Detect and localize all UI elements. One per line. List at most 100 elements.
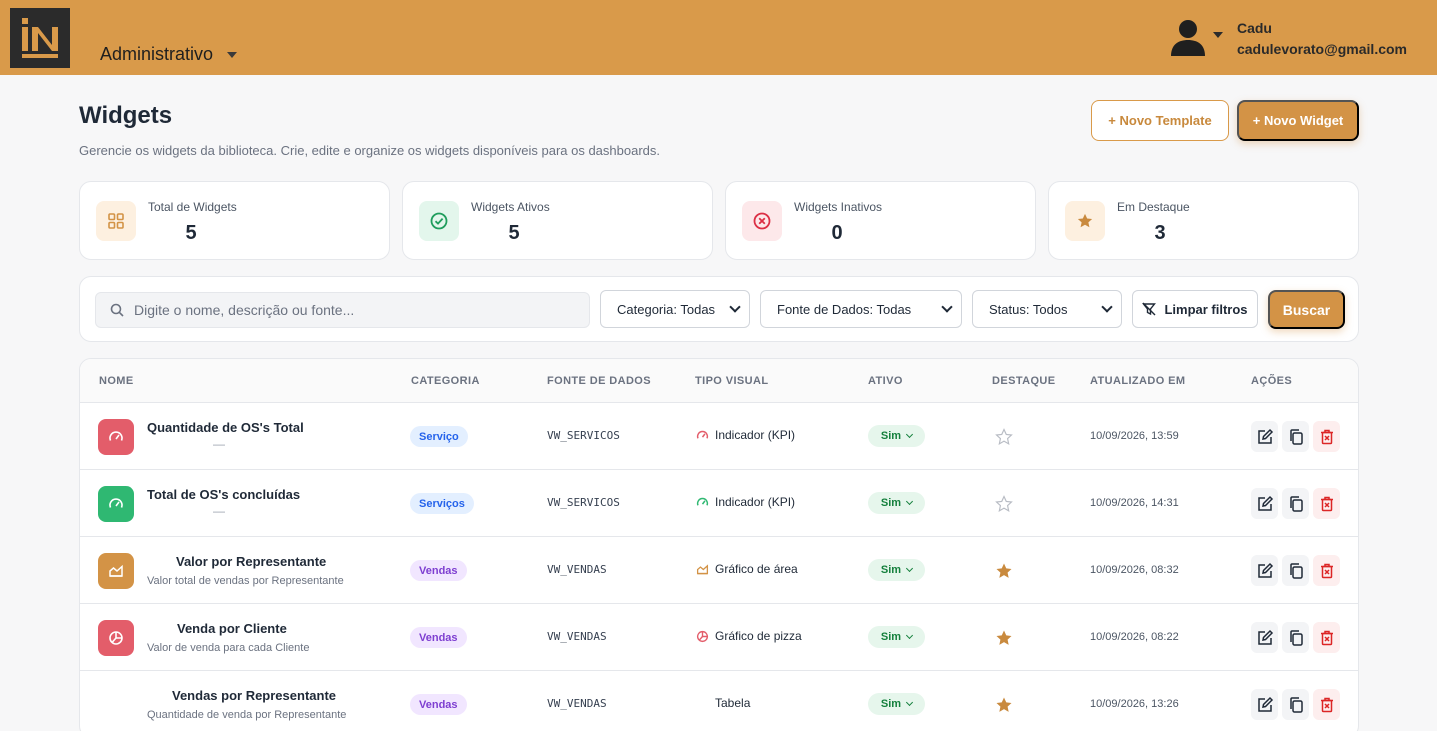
user-name: Cadu (1236, 20, 1272, 36)
category-badge: Serviço (410, 426, 468, 447)
delete-button[interactable] (1313, 689, 1340, 720)
delete-button[interactable] (1313, 622, 1340, 653)
user-avatar-icon (1169, 18, 1207, 58)
table-icon (695, 696, 709, 710)
active-toggle[interactable]: Sim (868, 425, 925, 447)
new-template-button[interactable]: + Novo Template (1091, 100, 1229, 141)
chevron-down-icon (906, 631, 914, 640)
data-source-select[interactable]: Fonte de Dados: Todas (760, 290, 962, 328)
column-header-category[interactable]: CATEGORIA (411, 375, 480, 387)
widget-name: Total de OS's concluídas (147, 487, 301, 502)
column-header-source[interactable]: FONTE DE DADOS (547, 375, 651, 387)
search-box (95, 292, 590, 328)
user-menu[interactable]: Cadu cadulevorato@gmail.com (1169, 18, 1407, 60)
edit-icon (1257, 696, 1273, 712)
edit-button[interactable] (1251, 622, 1278, 653)
edit-icon (1257, 495, 1273, 511)
widget-description: — (213, 437, 225, 451)
active-toggle[interactable]: Sim (868, 693, 925, 715)
category-badge: Vendas (410, 627, 467, 648)
chevron-down-icon (906, 564, 914, 573)
duplicate-button[interactable] (1282, 622, 1309, 653)
edit-button[interactable] (1251, 555, 1278, 586)
column-header-name[interactable]: NOME (99, 375, 134, 387)
duplicate-button[interactable] (1282, 488, 1309, 519)
category-badge: Serviços (410, 493, 474, 514)
updated-at: 10/09/2026, 13:59 (1090, 430, 1179, 442)
edit-button[interactable] (1251, 488, 1278, 519)
active-toggle[interactable]: Sim (868, 492, 925, 514)
column-header-visual[interactable]: TIPO VISUAL (695, 375, 768, 387)
stat-card-inactive: Widgets Inativos 0 (725, 181, 1036, 260)
visual-type-label: Tabela (715, 696, 751, 710)
admin-menu[interactable]: Administrativo (100, 44, 238, 65)
star-filled-icon[interactable] (994, 561, 1014, 581)
stat-card-active: Widgets Ativos 5 (402, 181, 713, 260)
category-select[interactable]: Categoria: Todas (600, 290, 750, 328)
category-badge: Vendas (410, 694, 467, 715)
delete-button[interactable] (1313, 555, 1340, 586)
active-toggle[interactable]: Sim (868, 559, 925, 581)
clear-filters-button[interactable]: Limpar filtros (1132, 290, 1258, 328)
admin-menu-label: Administrativo (100, 44, 214, 64)
pie-chart-icon (695, 629, 709, 643)
star-filled-icon[interactable] (994, 628, 1014, 648)
search-input[interactable] (134, 302, 574, 318)
stat-value: 3 (1154, 222, 1166, 244)
stat-label: Widgets Ativos (471, 200, 550, 214)
stat-value: 5 (508, 222, 520, 244)
chevron-down-icon (906, 497, 914, 506)
status-select[interactable]: Status: Todos (972, 290, 1122, 328)
copy-icon (1289, 696, 1303, 713)
delete-button[interactable] (1313, 421, 1340, 452)
duplicate-button[interactable] (1282, 555, 1309, 586)
visual-type-label: Indicador (KPI) (715, 428, 796, 442)
edit-button[interactable] (1251, 421, 1278, 452)
trash-icon (1320, 630, 1333, 645)
trash-icon (1320, 697, 1333, 712)
table-row: Valor por Representante Valor total de v… (80, 537, 1358, 604)
active-label: Sim (880, 497, 902, 509)
edit-icon (1257, 562, 1273, 578)
grid-icon (96, 201, 136, 241)
visual-type-label: Indicador (KPI) (715, 495, 796, 509)
updated-at: 10/09/2026, 08:32 (1090, 564, 1179, 576)
visual-type: Indicador (KPI) (695, 428, 795, 442)
new-widget-button[interactable]: + Novo Widget (1237, 100, 1359, 141)
widget-description: Quantidade de venda por Representante (147, 709, 347, 721)
edit-button[interactable] (1251, 689, 1278, 720)
table-row: Venda por Cliente Valor de venda para ca… (80, 604, 1358, 671)
user-email: cadulevorato@gmail.com (1236, 41, 1407, 57)
page-subtitle: Gerencie os widgets da biblioteca. Crie,… (79, 143, 661, 158)
active-toggle[interactable]: Sim (868, 626, 925, 648)
status-select-value: Status: Todos (989, 301, 1068, 317)
data-source: VW_VENDAS (547, 563, 607, 576)
column-header-featured[interactable]: DESTAQUE (992, 375, 1056, 387)
stat-label: Total de Widgets (148, 200, 237, 214)
duplicate-button[interactable] (1282, 689, 1309, 720)
copy-icon (1289, 428, 1303, 445)
gauge-icon (98, 486, 134, 522)
star-outline-icon[interactable] (994, 494, 1014, 514)
x-circle-icon (742, 201, 782, 241)
in-logo-icon[interactable] (10, 8, 70, 68)
search-button[interactable]: Buscar (1268, 290, 1345, 329)
updated-at: 10/09/2026, 13:26 (1090, 698, 1179, 710)
widget-description: — (213, 504, 225, 518)
star-filled-icon[interactable] (994, 695, 1014, 715)
trash-icon (1320, 496, 1333, 511)
clear-filters-label: Limpar filtros (1164, 301, 1248, 317)
column-header-active[interactable]: ATIVO (868, 375, 903, 387)
column-header-updated[interactable]: ATUALIZADO EM (1090, 375, 1185, 387)
active-label: Sim (880, 631, 902, 643)
updated-at: 10/09/2026, 14:31 (1090, 497, 1179, 509)
updated-at: 10/09/2026, 08:22 (1090, 631, 1179, 643)
chevron-down-icon (1212, 32, 1223, 38)
duplicate-button[interactable] (1282, 421, 1309, 452)
star-outline-icon[interactable] (994, 427, 1014, 447)
data-source: VW_VENDAS (547, 630, 607, 643)
stat-card-featured: Em Destaque 3 (1048, 181, 1359, 260)
page-title: Widgets (79, 102, 173, 129)
delete-button[interactable] (1313, 488, 1340, 519)
table-row: Total de OS's concluídas — Serviços VW_S… (80, 470, 1358, 537)
